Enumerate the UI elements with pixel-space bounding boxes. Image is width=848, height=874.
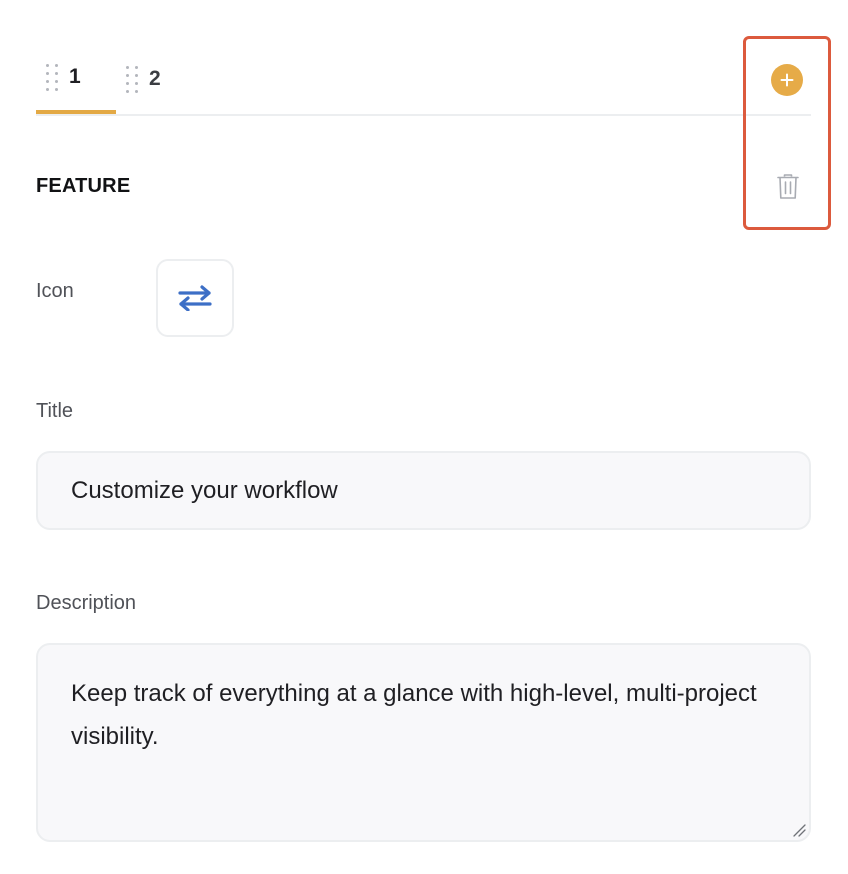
arrows-left-right-icon xyxy=(178,285,212,311)
tab-1[interactable]: 1 xyxy=(36,52,116,114)
description-textarea[interactable]: Keep track of everything at a glance wit… xyxy=(36,643,811,842)
icon-picker[interactable] xyxy=(156,259,234,337)
title-value: Customize your workflow xyxy=(71,476,338,504)
section-title: FEATURE xyxy=(36,175,131,197)
delete-feature-button[interactable] xyxy=(774,172,802,202)
resize-handle-icon[interactable] xyxy=(792,823,806,837)
description-label: Description xyxy=(36,592,137,614)
add-feature-button[interactable] xyxy=(771,64,803,96)
tab-2[interactable]: 2 xyxy=(124,52,184,114)
feature-tabs: 1 2 xyxy=(36,52,811,116)
title-label: Title xyxy=(36,400,74,422)
drag-handle-icon[interactable] xyxy=(126,65,138,93)
description-value: Keep track of everything at a glance wit… xyxy=(71,680,757,750)
drag-handle-icon[interactable] xyxy=(46,63,58,91)
tab-label: 1 xyxy=(69,65,81,88)
title-input[interactable]: Customize your workflow xyxy=(36,451,811,530)
tab-label: 2 xyxy=(149,67,161,90)
icon-label: Icon xyxy=(36,280,74,302)
plus-icon xyxy=(780,73,794,87)
trash-icon xyxy=(777,174,799,199)
